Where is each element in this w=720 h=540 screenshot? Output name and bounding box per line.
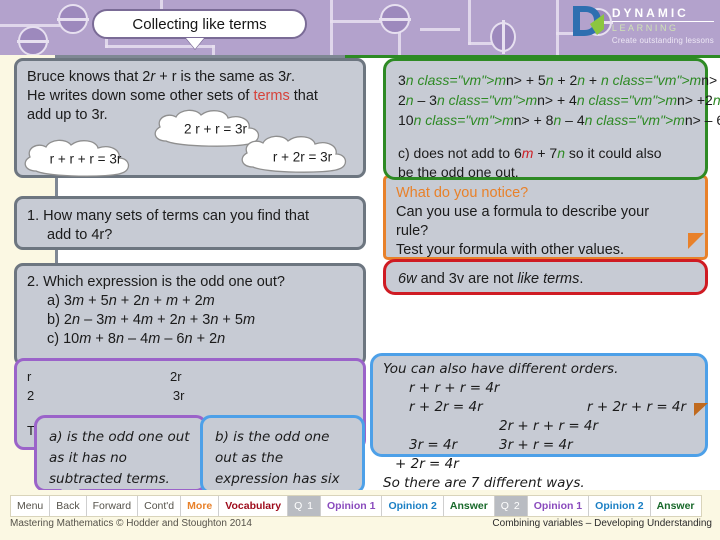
question-1-line-1: 1. How many sets of terms can you find t…	[27, 208, 310, 224]
header-deco-circle	[490, 20, 516, 54]
header-deco-circle	[17, 26, 49, 55]
dynamic-learning-logo: DYNAMIC LEARNING Create outstanding less…	[571, 4, 714, 50]
question-2-panel: 2. Which expression is the odd one out? …	[14, 263, 366, 366]
cloud-expression-1: r + r + r = 3r	[18, 137, 153, 181]
question-2-option-a: a) 3m + 5n + 2n + m + 2m	[47, 293, 215, 309]
header-deco-line	[556, 0, 559, 55]
intro-line-1: Bruce knows that 2r + r is the same as 3…	[27, 69, 296, 85]
nav-button-forward[interactable]: Forward	[86, 496, 139, 516]
page-footer: Menu Back Forward Cont'd More Vocabulary Q 1 Op…	[0, 490, 720, 540]
topic-text: Combining variables – Developing Underst…	[492, 518, 712, 529]
cloud-text: r + 2r = 3r	[272, 149, 333, 165]
answer-equation-3: 10n class="vm">mn> + 8n – 4n class="vm">…	[398, 112, 720, 128]
page-title: Collecting like terms	[132, 15, 267, 33]
cloud-text: r + r + r = 3r	[49, 151, 122, 167]
title-bubble-tail	[186, 38, 204, 49]
formula-hidden-line: What do you notice?	[396, 185, 529, 201]
slide-canvas: Bruce knows that 2r + r is the same as 3…	[0, 55, 720, 508]
question-1-panel: 1. How many sets of terms can you find t…	[14, 196, 366, 250]
like-terms-italic: like terms	[517, 271, 580, 287]
logo-subtitle: LEARNING	[611, 23, 679, 33]
bottom-right-panel: You can also have different orders. r + …	[370, 353, 708, 491]
nav-button-q-2[interactable]: Q 2	[494, 496, 528, 516]
page-header: Collecting like terms DYNAMIC LEARNING C…	[0, 0, 720, 55]
answer-note-line-1: c) does not add to 6m + 7n so it could a…	[398, 145, 662, 161]
nav-button-answer[interactable]: Answer	[443, 496, 495, 516]
opinion-bubble-a: a) is the odd one out as it has no subtr…	[34, 415, 207, 507]
answer-panel-q2: 3n class="vm">mn> + 5n + 2n + n class="v…	[383, 58, 720, 180]
formula-line-1: Can you use a formula to describe your	[396, 204, 650, 220]
formula-prompt-panel: What do you notice? Can you use a formul…	[383, 175, 708, 260]
opinion-bubble-a-text: a) is the odd one out as it has no subtr…	[49, 429, 190, 487]
blue-panel-tail	[694, 403, 708, 416]
answer-equation-2: 2n – 3n class="vm">mn> + 4n class="vm">m…	[398, 92, 720, 108]
formula-line-2: rule?	[396, 223, 429, 239]
header-deco-line	[468, 0, 471, 45]
orders-row: 2r + r + r = 4r	[499, 418, 599, 434]
nav-button-cont-d[interactable]: Cont'd	[138, 496, 182, 516]
question-2-title: 2. Which expression is the odd one out?	[27, 274, 285, 290]
opinion-bubble-b: b) is the odd one out as the expression …	[200, 415, 365, 508]
nav-button-more[interactable]: More	[181, 496, 220, 516]
nav-button-opinion-2[interactable]: Opinion 2	[382, 496, 444, 516]
question-2-option-c: c) 10m + 8n – 4m – 6n + 2n	[47, 331, 226, 347]
nav-button-opinion-1[interactable]: Opinion 1	[527, 496, 590, 516]
nav-button-opinion-2[interactable]: Opinion 2	[589, 496, 651, 516]
bottom-left-hidden-row-2: 2 3r	[27, 388, 185, 403]
logo-title: DYNAMIC	[611, 7, 714, 22]
orange-panel-tail	[688, 233, 704, 249]
formula-line-3: Test your formula with other values.	[396, 242, 625, 258]
copyright-text: Mastering Mathematics © Hodder and Stoug…	[10, 518, 252, 529]
header-deco-circle	[379, 4, 411, 34]
header-deco-line	[330, 0, 333, 55]
header-deco-circle	[57, 4, 89, 34]
nav-button-answer[interactable]: Answer	[650, 496, 701, 516]
navigation-toolbar[interactable]: Menu Back Forward Cont'd More Vocabulary Q 1 Op…	[10, 495, 702, 517]
terms-highlight: terms	[253, 88, 290, 104]
orders-row: r + r + r = 4r	[409, 380, 500, 396]
answer-equation-1: 3n class="vm">mn> + 5n + 2n + n class="v…	[398, 72, 720, 88]
like-terms-middle: and 3v are not	[416, 271, 518, 287]
nav-button-vocabulary[interactable]: Vocabulary	[219, 496, 289, 516]
question-1-line-2: add to 4r?	[47, 227, 113, 243]
bottom-left-hidden-row-1: r 2r	[27, 369, 182, 384]
logo-mark-icon	[571, 4, 607, 38]
like-terms-panel: 6w and 3v are not like terms.	[383, 259, 708, 295]
orders-intro: You can also have different orders.	[383, 361, 619, 377]
answer-note-line-2: be the odd one out.	[398, 164, 519, 180]
slide-title-bubble: Collecting like terms	[92, 9, 307, 39]
orders-row: r + 2r = 4r r + 2r + r = 4r	[409, 399, 687, 415]
logo-tagline: Create outstanding lessons	[611, 36, 714, 45]
nav-button-opinion-1[interactable]: Opinion 1	[321, 496, 383, 516]
intro-line-2: He writes down some other sets of terms …	[27, 88, 318, 104]
cloud-expression-3: r + 2r = 3r	[235, 133, 370, 178]
nav-button-back[interactable]: Back	[50, 496, 87, 516]
header-deco-line	[420, 28, 460, 31]
orders-row: + 2r = 4r	[395, 456, 459, 472]
orders-row: 3r = 4r 3r + r = 4r	[409, 437, 573, 453]
like-terms-prefix: 6w	[398, 271, 417, 287]
header-deco-line	[212, 45, 215, 55]
nav-button-menu[interactable]: Menu	[11, 496, 51, 516]
nav-button-q-1[interactable]: Q 1	[288, 496, 322, 516]
like-terms-suffix: .	[579, 271, 584, 287]
question-2-option-b: b) 2n – 3m + 4m + 2n + 3n + 5m	[47, 312, 256, 328]
